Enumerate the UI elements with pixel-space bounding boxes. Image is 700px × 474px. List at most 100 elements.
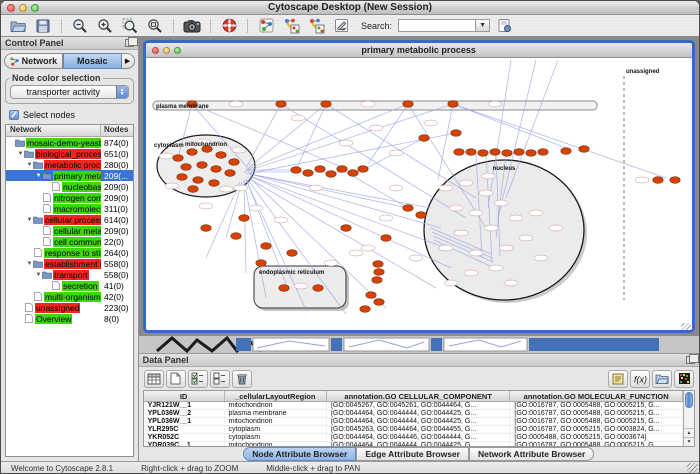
select-nodes-checkbox[interactable]: ✓	[9, 110, 19, 120]
tree-row[interactable]: multi-organism pro42(0)	[6, 291, 133, 302]
node[interactable]	[484, 225, 498, 231]
selected-node[interactable]	[176, 174, 186, 181]
tree-row[interactable]: nitrogen compo209(0)	[6, 192, 133, 203]
selected-node[interactable]	[477, 150, 487, 157]
tab-network-attribute-browser[interactable]: Network Attribute Browser	[469, 447, 594, 461]
node[interactable]	[509, 215, 523, 221]
formula-builder-icon[interactable]: f(x)	[630, 370, 650, 388]
selected-node[interactable]	[340, 225, 350, 232]
table-row[interactable]: YLR295Ccytoplasm[GO:0045263, GO:0044464,…	[144, 426, 683, 434]
node[interactable]	[464, 270, 478, 276]
annotation-icon[interactable]	[330, 17, 352, 35]
selected-node[interactable]	[513, 149, 523, 156]
node[interactable]	[529, 210, 543, 216]
selected-node[interactable]	[275, 101, 285, 108]
window-fragment[interactable]	[431, 338, 442, 351]
tree-column-network[interactable]: Network	[6, 125, 101, 136]
network-canvas[interactable]: plasma membrane cytoplasm mitochondrion …	[146, 58, 692, 333]
selected-node[interactable]	[525, 150, 535, 157]
node[interactable]	[379, 215, 393, 221]
column-header[interactable]: _cellularLayoutRegion	[225, 391, 327, 401]
selected-node[interactable]	[669, 177, 679, 184]
zoom-out-icon[interactable]	[69, 17, 91, 35]
save-icon[interactable]	[32, 17, 54, 35]
table-row[interactable]: YPL036W__2plasma membrane[GO:0044464, GO…	[144, 410, 683, 418]
expand-toggle-icon[interactable]: ▼	[35, 272, 42, 278]
unselect-all-attributes-icon[interactable]	[210, 370, 230, 388]
table-row[interactable]: YDR039C__1mitochondrion[GO:0044464, GO:0…	[144, 442, 683, 446]
network-view-window[interactable]: primary metabolic process	[143, 40, 695, 333]
tree-row[interactable]: cellular metabo209(0)	[6, 225, 133, 236]
node[interactable]	[469, 210, 483, 216]
node[interactable]	[324, 260, 338, 266]
node[interactable]	[165, 183, 179, 189]
column-header[interactable]: ID	[144, 391, 225, 401]
node[interactable]	[454, 230, 468, 236]
tree-row[interactable]: ▼establishment of lo558(0)	[6, 258, 133, 269]
selected-node[interactable]	[418, 135, 428, 142]
table-row[interactable]: YJR121W__1mitochondrion[GO:0045267, GO:0…	[144, 402, 683, 410]
snapshot-icon[interactable]	[181, 17, 203, 35]
expand-toggle-icon[interactable]: ▼	[26, 217, 33, 223]
tree-row[interactable]: ▼biological_process651(0)	[6, 148, 133, 159]
node[interactable]	[635, 177, 649, 183]
selected-node[interactable]	[453, 149, 463, 156]
selected-node[interactable]	[286, 250, 296, 257]
import-attributes-icon[interactable]	[652, 370, 672, 388]
selected-node[interactable]	[290, 167, 300, 174]
node[interactable]	[219, 186, 233, 192]
node[interactable]	[369, 125, 383, 131]
selected-node[interactable]	[465, 149, 475, 156]
node[interactable]	[444, 280, 458, 286]
selected-node[interactable]	[501, 150, 511, 157]
selected-node[interactable]	[230, 233, 240, 240]
selected-node[interactable]	[537, 149, 547, 156]
window-resize-grip[interactable]	[681, 323, 691, 333]
node[interactable]	[439, 185, 453, 191]
selected-node[interactable]	[180, 164, 190, 171]
search-dropdown-icon[interactable]: ▼	[476, 19, 490, 32]
zoom-in-icon[interactable]	[94, 17, 116, 35]
window-fragment[interactable]	[331, 338, 342, 351]
selected-node[interactable]	[187, 186, 197, 193]
node[interactable]	[389, 185, 403, 191]
search-input[interactable]	[398, 19, 476, 32]
node[interactable]	[439, 245, 453, 251]
selected-node[interactable]	[402, 205, 412, 212]
node-color-select[interactable]: transporter activity ▲▼	[10, 85, 129, 99]
selected-node[interactable]	[365, 292, 375, 299]
selected-node[interactable]	[373, 299, 383, 306]
selected-node[interactable]	[255, 260, 265, 267]
float-panel-icon[interactable]	[125, 39, 134, 47]
modify-network-selection-icon[interactable]	[305, 17, 327, 35]
selected-node[interactable]	[186, 149, 196, 156]
selected-node[interactable]	[238, 215, 248, 222]
selected-node[interactable]	[578, 146, 588, 153]
node[interactable]	[234, 185, 248, 191]
vizmapper-icon[interactable]	[255, 17, 277, 35]
selected-node[interactable]	[172, 155, 182, 162]
tree-row[interactable]: ▼primary metabo209(...	[6, 170, 133, 181]
create-attribute-icon[interactable]	[166, 370, 186, 388]
node[interactable]	[199, 203, 213, 209]
scroll-up-icon[interactable]: ▲	[684, 428, 694, 437]
selected-node[interactable]	[415, 212, 425, 219]
node[interactable]	[489, 265, 503, 271]
window-fragment[interactable]	[529, 338, 659, 351]
tree-row[interactable]: nucleobase-209(0)	[6, 181, 133, 192]
node[interactable]	[488, 101, 502, 107]
selected-node[interactable]	[336, 166, 346, 173]
selected-node[interactable]	[652, 177, 662, 184]
node[interactable]	[481, 173, 495, 179]
scroll-down-icon[interactable]: ▼	[684, 437, 694, 446]
tab-node-attribute-browser[interactable]: Node Attribute Browser	[243, 447, 356, 461]
selected-node[interactable]	[302, 170, 312, 177]
node[interactable]	[232, 147, 246, 153]
selected-node[interactable]	[373, 269, 383, 276]
node[interactable]	[519, 235, 533, 241]
tree-row[interactable]: Overview8(0)	[6, 313, 133, 324]
node[interactable]	[361, 245, 375, 251]
node[interactable]	[361, 101, 375, 107]
node[interactable]	[309, 185, 323, 191]
selected-node[interactable]	[325, 171, 335, 178]
